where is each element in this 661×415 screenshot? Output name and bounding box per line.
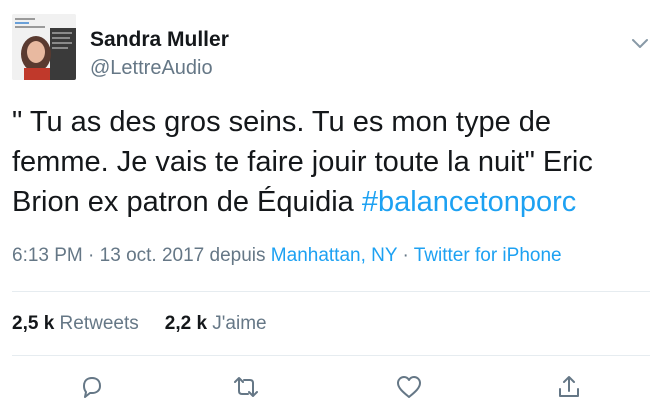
tweet-meta: 6:13 PM · 13 oct. 2017 depuis Manhattan,… — [12, 245, 562, 267]
meta-via: depuis — [204, 245, 271, 266]
divider — [12, 355, 650, 356]
tweet-header: Sandra Muller @LettreAudio — [12, 14, 652, 84]
likes-stat[interactable]: 2,2 k J'aime — [165, 313, 267, 335]
likes-count: 2,2 k — [164, 313, 208, 334]
share-icon[interactable] — [554, 372, 584, 402]
retweets-count: 2,5 k — [12, 313, 55, 334]
chevron-down-icon[interactable] — [628, 36, 652, 52]
client-link[interactable]: Twitter for iPhone — [414, 245, 562, 266]
meta-separator: · — [397, 245, 414, 266]
tweet-text: " Tu as des gros seins. Tu es mon type d… — [12, 102, 642, 222]
tweet-card: Sandra Muller @LettreAudio " Tu as des g… — [0, 0, 661, 415]
likes-label: J'aime — [212, 313, 267, 334]
divider — [12, 291, 650, 292]
tweet-time[interactable]: 6:13 PM — [12, 245, 83, 266]
avatar[interactable] — [12, 14, 76, 80]
reply-icon[interactable] — [76, 372, 106, 402]
retweets-label: Retweets — [59, 313, 139, 334]
location-link[interactable]: Manhattan, NY — [271, 245, 397, 266]
tweet-date[interactable]: 13 oct. 2017 — [100, 245, 205, 266]
tweet-actions — [0, 372, 661, 406]
author-handle[interactable]: @LettreAudio — [90, 57, 213, 80]
retweets-stat[interactable]: 2,5 k Retweets — [12, 313, 139, 335]
retweet-icon[interactable] — [231, 372, 261, 402]
author-name[interactable]: Sandra Muller — [90, 28, 229, 52]
meta-separator: · — [82, 245, 100, 266]
hashtag-link[interactable]: #balancetonporc — [362, 186, 576, 218]
tweet-stats: 2,5 k Retweets 2,2 k J'aime — [12, 313, 267, 335]
heart-icon[interactable] — [394, 372, 424, 402]
